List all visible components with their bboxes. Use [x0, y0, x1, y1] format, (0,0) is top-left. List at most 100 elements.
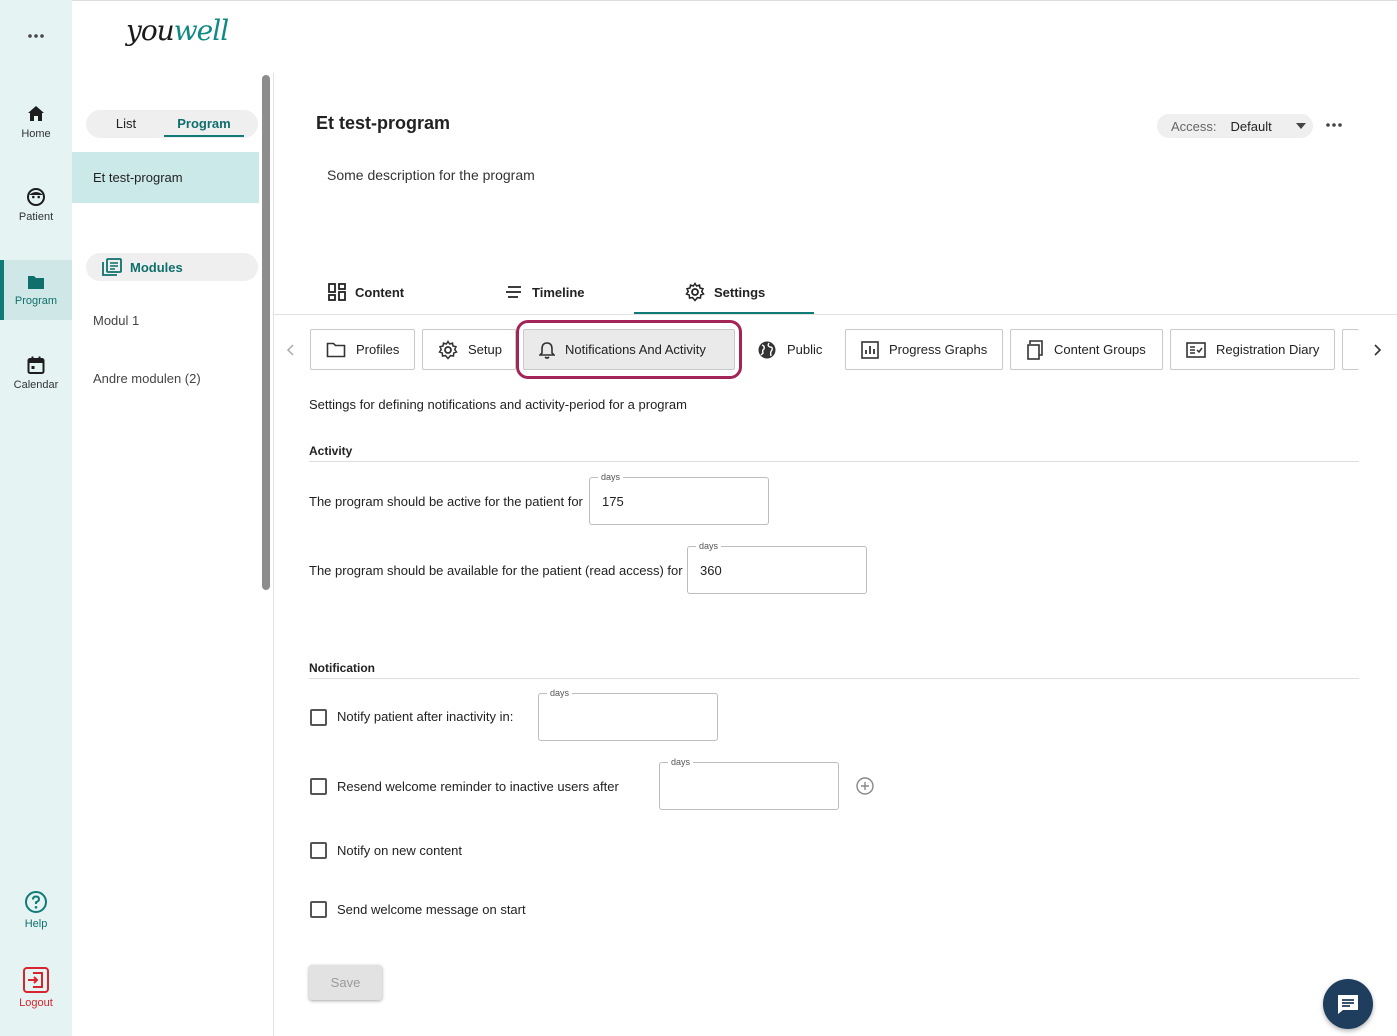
- chat-icon: [1338, 995, 1358, 1014]
- nav-calendar-label: Calendar: [13, 378, 59, 391]
- subtab-registration-label: Registration Diary: [1216, 342, 1320, 357]
- top-divider: [72, 0, 1397, 1]
- inactivity-days-unit: days: [547, 686, 573, 700]
- library-books-icon: [102, 258, 122, 276]
- program-description: Some description for the program: [327, 167, 535, 183]
- scroll-right-icon[interactable]: [1372, 344, 1382, 356]
- modules-header[interactable]: Modules: [86, 253, 258, 281]
- subtab-public-label: Public: [787, 342, 823, 357]
- copy-icon: [1027, 339, 1043, 360]
- available-days-field[interactable]: days 360: [687, 539, 867, 594]
- nav-patient[interactable]: Patient: [0, 175, 72, 235]
- nav-home-label: Home: [21, 128, 51, 140]
- inactivity-checkbox[interactable]: [310, 709, 327, 726]
- nav-home[interactable]: Home: [0, 92, 72, 152]
- tab-content[interactable]: Content: [328, 270, 404, 314]
- available-days-value: 360: [700, 562, 722, 578]
- active-days-label: The program should be active for the pat…: [309, 494, 583, 509]
- help-icon: [25, 891, 47, 913]
- tab-settings-label: Settings: [714, 284, 766, 300]
- nav-program[interactable]: Program: [0, 260, 72, 320]
- subtab-content-groups[interactable]: Content Groups: [1010, 329, 1163, 370]
- access-label: Access:: [1171, 118, 1217, 134]
- welcome-message-checkbox[interactable]: [310, 901, 327, 918]
- chat-button[interactable]: [1323, 979, 1373, 1029]
- list-program-toggle: List Program: [86, 110, 258, 138]
- welcome-message-label: Send welcome message on start: [337, 902, 526, 917]
- notification-divider: [309, 678, 1359, 679]
- scroll-left-icon[interactable]: [286, 344, 296, 356]
- module-item[interactable]: Modul 1: [93, 313, 139, 328]
- resend-days-unit: days: [668, 755, 694, 769]
- access-select[interactable]: Access: Default: [1157, 114, 1313, 138]
- timeline-lines-icon: [506, 286, 521, 298]
- notification-section-title: Notification: [309, 661, 375, 675]
- patient-face-icon: [27, 188, 45, 206]
- bar-graph-icon: [861, 340, 879, 359]
- toggle-list[interactable]: List: [86, 110, 166, 138]
- subtab-overflow[interactable]: [1342, 329, 1359, 370]
- folder-icon: [28, 276, 44, 289]
- logo-text-well: well: [173, 14, 229, 47]
- grid-icon: [328, 283, 346, 301]
- logout-icon: [23, 967, 49, 993]
- resend-welcome-label: Resend welcome reminder to inactive user…: [337, 779, 619, 794]
- youwell-logo[interactable]: youwell: [126, 14, 229, 47]
- subtab-progress-label: Progress Graphs: [889, 342, 988, 357]
- program-panel: [72, 73, 274, 1036]
- available-days-label: The program should be available for the …: [309, 563, 683, 578]
- subtab-public[interactable]: Public: [742, 329, 837, 370]
- resend-days-field[interactable]: days: [659, 755, 839, 810]
- nav-help[interactable]: Help: [0, 880, 72, 940]
- module-item[interactable]: Andre modulen (2): [93, 371, 201, 386]
- new-content-label: Notify on new content: [337, 843, 463, 858]
- program-list-item[interactable]: Et test-program: [72, 152, 259, 203]
- available-days-unit: days: [696, 539, 722, 553]
- checklist-icon: [1186, 341, 1206, 358]
- calendar-icon: [27, 356, 45, 374]
- panel-scrollbar[interactable]: [262, 75, 270, 590]
- nav-patient-label: Patient: [18, 211, 54, 223]
- logo-text-you: you: [126, 14, 175, 47]
- more-options-icon[interactable]: [1323, 117, 1345, 133]
- more-menu-icon[interactable]: [26, 28, 46, 44]
- caret-down-icon: [1295, 123, 1306, 129]
- active-tab-indicator: [634, 312, 814, 314]
- subtab-setup[interactable]: Setup: [422, 329, 516, 370]
- tab-settings[interactable]: Settings: [685, 270, 765, 314]
- subtab-registration-diary[interactable]: Registration Diary: [1170, 329, 1335, 370]
- inactivity-label: Notify patient after inactivity in:: [337, 709, 514, 724]
- home-icon: [28, 106, 44, 121]
- nav-logout[interactable]: Logout: [0, 958, 72, 1018]
- active-days-value: 175: [602, 493, 624, 509]
- new-content-checkbox[interactable]: [310, 842, 327, 859]
- tabs-divider: [274, 314, 1397, 315]
- add-circle-icon[interactable]: [856, 777, 874, 795]
- subtab-setup-label: Setup: [468, 342, 502, 357]
- activity-divider: [309, 461, 1359, 462]
- subtab-progress-graphs[interactable]: Progress Graphs: [845, 329, 1003, 370]
- save-button[interactable]: Save: [309, 965, 382, 1000]
- nav-logout-label: Logout: [19, 997, 53, 1009]
- tab-timeline[interactable]: Timeline: [505, 270, 585, 314]
- access-value: Default: [1230, 118, 1272, 134]
- active-days-unit: days: [598, 470, 624, 484]
- resend-welcome-checkbox[interactable]: [310, 778, 327, 795]
- nav-rail: Home Patient Program Calendar Help Logou…: [0, 0, 72, 1036]
- globe-icon: [758, 341, 776, 358]
- subtab-content-groups-label: Content Groups: [1054, 342, 1146, 357]
- activity-section-title: Activity: [309, 444, 353, 458]
- nav-calendar[interactable]: Calendar: [0, 343, 72, 403]
- toggle-program[interactable]: Program: [164, 110, 244, 137]
- subtab-profiles-label: Profiles: [356, 342, 400, 357]
- inactivity-days-field[interactable]: days: [538, 686, 718, 741]
- nav-program-label: Program: [14, 295, 58, 307]
- active-days-field[interactable]: days 175: [589, 470, 769, 525]
- gear-icon: [438, 339, 458, 360]
- subtab-profiles[interactable]: Profiles: [310, 329, 415, 370]
- tab-timeline-label: Timeline: [532, 284, 585, 300]
- gear-icon: [685, 282, 705, 302]
- settings-description: Settings for defining notifications and …: [309, 397, 687, 412]
- nav-help-label: Help: [24, 918, 48, 930]
- modules-label: Modules: [130, 259, 183, 275]
